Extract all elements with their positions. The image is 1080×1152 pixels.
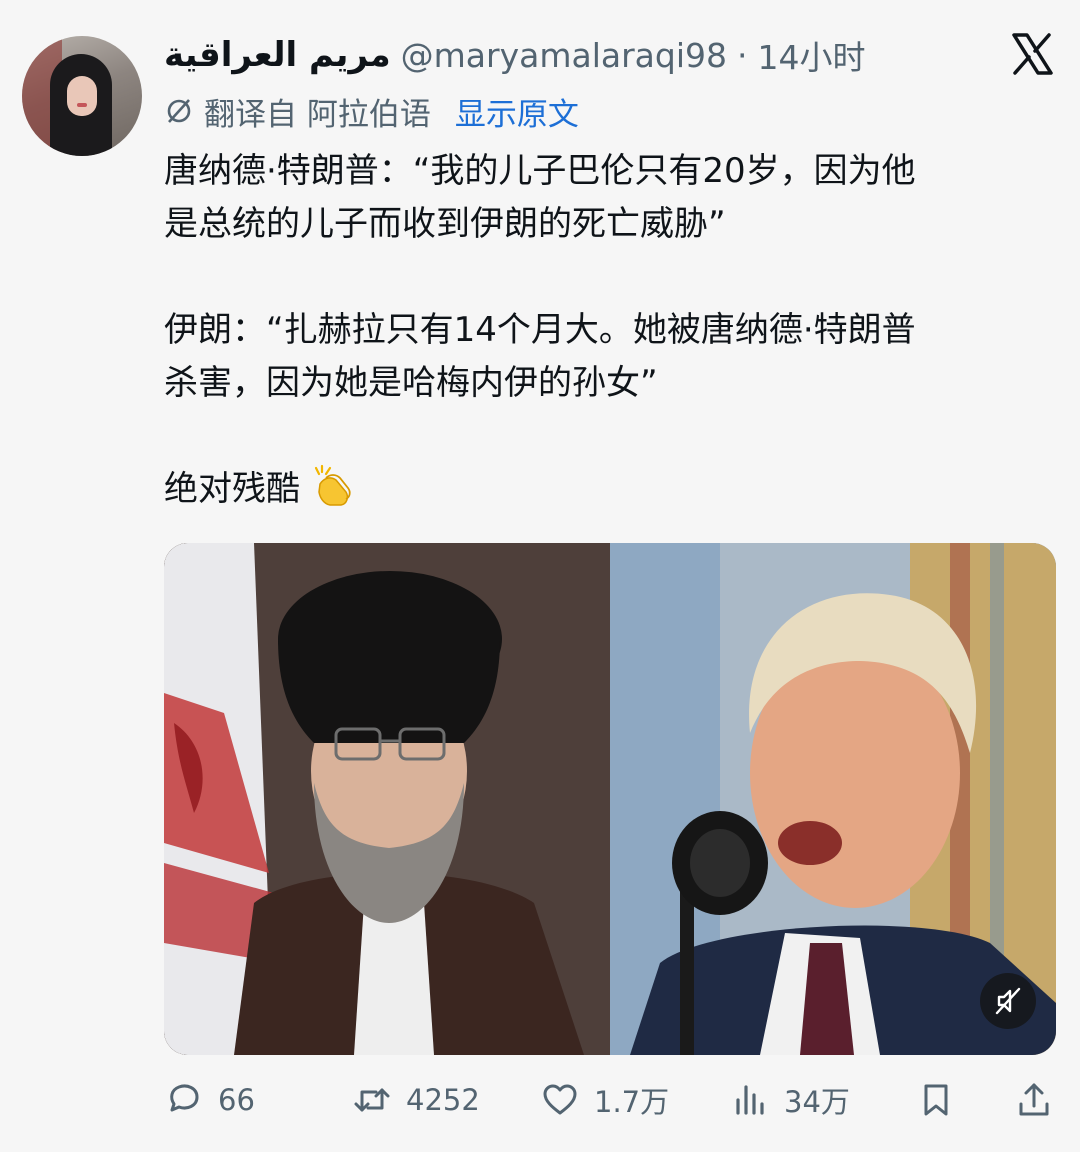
- heart-icon: [543, 1084, 577, 1115]
- like-button[interactable]: 1.7万: [540, 1070, 669, 1130]
- separator: ·: [737, 35, 748, 75]
- share-button[interactable]: [1014, 1070, 1054, 1130]
- bookmark-icon: [924, 1084, 948, 1116]
- tweet-text-line: 是总统的儿子而收到伊朗的死亡威胁”: [164, 204, 726, 244]
- translate-icon: [167, 99, 191, 123]
- bookmark-button[interactable]: [916, 1070, 956, 1130]
- reply-icon: [170, 1084, 199, 1112]
- retweet-button[interactable]: 4252: [352, 1070, 480, 1130]
- tweet-text-closing: 绝对残酷: [164, 469, 300, 509]
- tweet-text-line: 唐纳德·特朗普：“我的儿子巴伦只有20岁，因为他: [164, 151, 916, 191]
- tweet-text-line: 杀害，因为她是哈梅内伊的孙女”: [164, 363, 658, 403]
- reply-button[interactable]: 66: [164, 1070, 255, 1130]
- show-original-link[interactable]: 显示原文: [455, 89, 579, 134]
- translation-info: 翻译自 阿拉伯语 显示原文: [164, 88, 579, 134]
- tweet-header: مريم العراقية @maryamalaraqi98 · 14小时: [164, 30, 866, 80]
- views-count: 34万: [784, 1085, 850, 1119]
- retweet-icon: [354, 1088, 390, 1112]
- media-photo-left: [164, 543, 610, 1055]
- x-logo-icon[interactable]: [1008, 30, 1056, 78]
- user-handle[interactable]: @maryamalaraqi98: [401, 36, 727, 75]
- share-icon: [1019, 1083, 1049, 1116]
- tweet-actions: 66 4252 1.7万 34万: [164, 1070, 1056, 1130]
- retweet-count: 4252: [406, 1083, 480, 1117]
- clapping-hands-emoji: [314, 464, 351, 506]
- tweet-media[interactable]: [164, 543, 1056, 1055]
- display-name[interactable]: مريم العراقية: [164, 35, 391, 75]
- tweet-text-line: 伊朗：“扎赫拉只有14个月大。她被唐纳德·特朗普: [164, 310, 916, 350]
- tweet-text-line: 绝对残酷: [164, 463, 1060, 516]
- reply-count: 66: [218, 1083, 255, 1117]
- mute-button[interactable]: [980, 973, 1036, 1029]
- views-button[interactable]: 34万: [730, 1070, 850, 1130]
- media-photo-right: [610, 543, 1056, 1055]
- muted-speaker-icon: [995, 987, 1021, 1015]
- like-count: 1.7万: [594, 1085, 670, 1119]
- timestamp[interactable]: 14小时: [758, 31, 866, 79]
- translated-from-label: 翻译自 阿拉伯语: [204, 96, 431, 133]
- views-chart-icon: [736, 1085, 764, 1115]
- avatar[interactable]: [22, 36, 142, 156]
- tweet-text: 唐纳德·特朗普：“我的儿子巴伦只有20岁，因为他 是总统的儿子而收到伊朗的死亡威…: [164, 145, 1060, 516]
